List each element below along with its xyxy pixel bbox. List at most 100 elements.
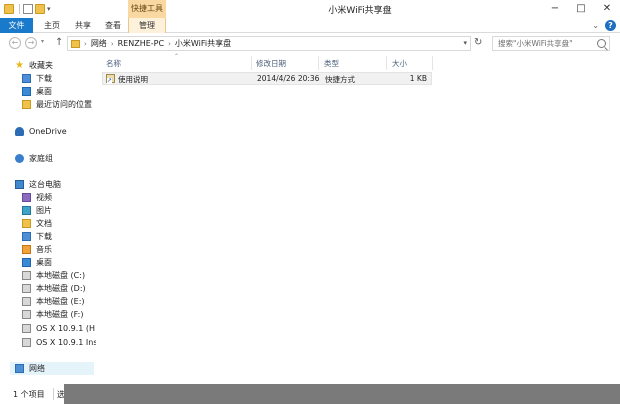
new-folder-icon[interactable] [35, 3, 45, 14]
breadcrumb-pc[interactable]: RENZHE-PC [118, 39, 164, 48]
sidebar-item-label: 下载 [36, 232, 52, 241]
column-divider[interactable] [251, 56, 252, 70]
file-type: 快捷方式 [325, 75, 355, 84]
downloads-icon [22, 74, 31, 83]
homegroup-icon [15, 154, 24, 163]
window-controls: − □ ✕ [542, 0, 620, 18]
music-icon [22, 245, 31, 254]
file-size: 1 KB [409, 74, 427, 83]
title-bar: ▾ 快捷工具 小米WiFi共享盘 − □ ✕ [0, 0, 620, 18]
file-date: 2014/4/26 20:36 [257, 74, 320, 83]
tab-home[interactable]: 主页 [37, 18, 67, 33]
star-icon: ★ [15, 60, 24, 71]
close-button[interactable]: ✕ [594, 0, 620, 18]
column-divider[interactable] [386, 56, 387, 70]
sidebar-item-label: OS X 10.9.1 (H:) [36, 324, 101, 333]
forward-button[interactable]: → [25, 37, 37, 49]
minimize-button[interactable]: − [542, 0, 568, 18]
address-dropdown-chevron-icon[interactable]: ▾ [463, 39, 467, 47]
tab-file[interactable]: 文件 [0, 18, 33, 33]
sort-chevron-icon: ⌃ [174, 53, 180, 60]
sidebar-item-osx-install[interactable]: OS X 10.9.1 Install [22, 336, 96, 349]
search-button[interactable] [596, 39, 608, 51]
navigation-pane: ★ 收藏夹 下载 桌面 最近访问的位置 OneDrive 家庭组 这台电脑 视频… [0, 56, 101, 378]
up-button[interactable]: ↑ [55, 37, 63, 48]
breadcrumb-share[interactable]: 小米WiFi共享盘 [175, 38, 231, 49]
sidebar-item-network[interactable]: 网络 [10, 362, 94, 375]
sidebar-item-label: 文档 [36, 219, 52, 228]
hard-drive-icon [22, 284, 31, 293]
column-divider[interactable] [432, 56, 433, 70]
expand-ribbon-chevron-icon[interactable]: ⌄ [592, 21, 599, 30]
ribbon-tabs: 文件 主页 共享 查看 管理 ⌄ ? [0, 18, 620, 33]
breadcrumb-network[interactable]: 网络 [91, 38, 107, 49]
network-icon [15, 364, 24, 373]
sidebar-item-label: 图片 [36, 206, 52, 215]
hard-drive-icon [22, 271, 31, 280]
sidebar-item-label: 本地磁盘 (F:) [36, 310, 84, 319]
sidebar-item-label: 最近访问的位置 [36, 100, 92, 109]
column-header-name[interactable]: 名称 [106, 58, 121, 69]
help-icon[interactable]: ? [605, 20, 616, 31]
sidebar-item-label: 桌面 [36, 87, 52, 96]
sidebar-item-label: 本地磁盘 (D:) [36, 284, 86, 293]
computer-icon [15, 180, 24, 189]
sidebar-item-label: 视频 [36, 193, 52, 202]
breadcrumb-separator[interactable]: › [111, 40, 114, 48]
sidebar-item-label: OneDrive [29, 127, 67, 136]
network-folder-icon [71, 39, 80, 48]
column-header-type[interactable]: 类型 [324, 58, 339, 69]
shortcut-icon [106, 74, 115, 84]
address-bar[interactable]: › 网络 › RENZHE-PC › 小米WiFi共享盘 ▾ [67, 36, 471, 51]
overlay-bar [64, 384, 620, 404]
hard-drive-icon [22, 324, 31, 333]
navigation-bar: ← → ▾ ↑ › 网络 › RENZHE-PC › 小米WiFi共享盘 ▾ ↻… [0, 33, 620, 54]
separator [53, 388, 54, 400]
table-row[interactable]: 使用说明 2014/4/26 20:36 快捷方式 1 KB [102, 72, 432, 85]
refresh-icon[interactable]: ↻ [474, 37, 482, 48]
desktop-icon [22, 258, 31, 267]
onedrive-cloud-icon [15, 127, 24, 136]
search-icon [597, 39, 606, 48]
sidebar-item-label: 下载 [36, 74, 52, 83]
column-divider[interactable] [318, 56, 319, 70]
breadcrumb-separator[interactable]: › [168, 40, 171, 48]
documents-icon [22, 219, 31, 228]
window-title: 小米WiFi共享盘 [328, 6, 392, 16]
sidebar-item-label: 收藏夹 [29, 61, 53, 70]
hard-drive-icon [22, 310, 31, 319]
recent-locations-chevron-icon[interactable]: ▾ [41, 38, 44, 45]
breadcrumb-separator[interactable]: › [84, 40, 87, 48]
videos-icon [22, 193, 31, 202]
sidebar-item-label: OS X 10.9.1 Install [36, 338, 96, 347]
tab-share[interactable]: 共享 [68, 18, 98, 33]
sidebar-item-label: 这台电脑 [29, 180, 61, 189]
maximize-button[interactable]: □ [568, 0, 594, 18]
folder-icon [4, 3, 14, 14]
sidebar-item-label: 家庭组 [29, 154, 53, 163]
separator [19, 3, 20, 14]
tab-view[interactable]: 查看 [98, 18, 128, 33]
quick-access-toolbar: ▾ [4, 3, 51, 14]
file-list-pane: 名称 ⌃ 修改日期 类型 大小 使用说明 2014/4/26 20:36 快捷方… [96, 53, 620, 384]
ribbon-controls: ⌄ ? [592, 20, 616, 31]
desktop-icon [22, 87, 31, 96]
sidebar-item-label: 音乐 [36, 245, 52, 254]
hard-drive-icon [22, 338, 31, 347]
sidebar-item-label: 桌面 [36, 258, 52, 267]
downloads-icon [22, 232, 31, 241]
customize-chevron-icon[interactable]: ▾ [47, 5, 51, 13]
recent-places-icon [22, 100, 31, 109]
tab-manage[interactable]: 管理 [128, 18, 166, 33]
search-input[interactable]: 搜索"小米WiFi共享盘" [492, 36, 610, 51]
hard-drive-icon [22, 297, 31, 306]
item-count: 1 个项目 [13, 390, 45, 399]
context-tab-group-title: 快捷工具 [128, 0, 166, 18]
column-header-size[interactable]: 大小 [392, 58, 407, 69]
column-header-date[interactable]: 修改日期 [256, 58, 286, 69]
file-name: 使用说明 [118, 75, 148, 84]
properties-icon[interactable] [23, 3, 33, 14]
sidebar-item-label: 本地磁盘 (C:) [36, 271, 86, 280]
back-button[interactable]: ← [9, 37, 21, 49]
pictures-icon [22, 206, 31, 215]
